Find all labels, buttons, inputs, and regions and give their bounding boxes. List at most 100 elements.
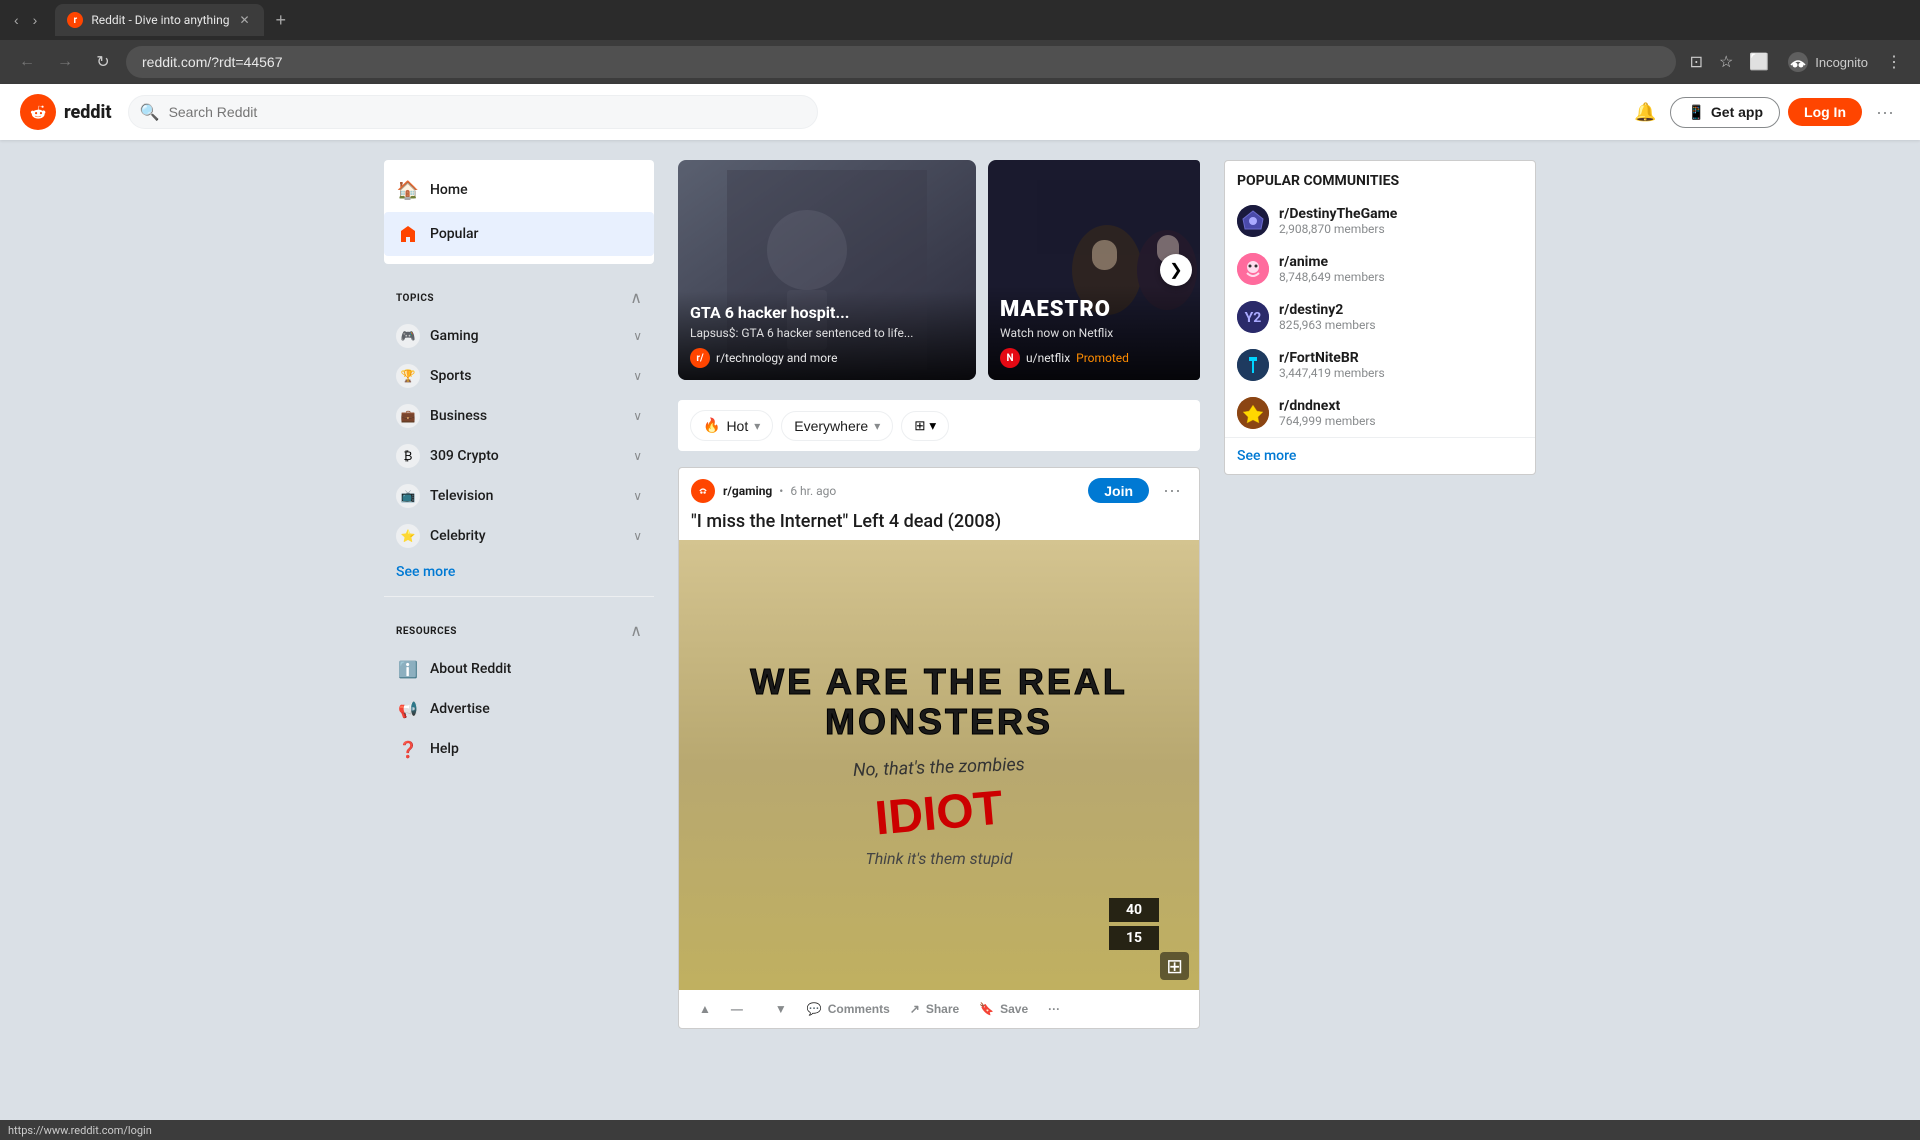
celebrity-label: Celebrity xyxy=(430,528,486,544)
reddit-logo[interactable]: reddit xyxy=(20,94,112,130)
bookmark-icon[interactable]: ☆ xyxy=(1713,48,1739,76)
anime-name: r/anime xyxy=(1279,254,1385,270)
sports-icon: 🏆 xyxy=(396,364,420,388)
communities-see-more-link[interactable]: See more xyxy=(1225,437,1535,474)
sidebar-item-television[interactable]: 📺 Television ∨ xyxy=(384,476,654,516)
sidebar-popular-label: Popular xyxy=(430,226,479,242)
post-time: 6 hr. ago xyxy=(790,484,836,498)
community-item-destiny[interactable]: r/DestinyTheGame 2,908,870 members xyxy=(1225,197,1535,245)
featured-card-gta[interactable]: GTA 6 hacker hospit... Lapsus$: GTA 6 ha… xyxy=(678,160,976,380)
resources-header: RESOURCES ∧ xyxy=(384,613,654,649)
incognito-button[interactable]: Incognito xyxy=(1779,47,1876,77)
sidebar-item-business[interactable]: 💼 Business ∨ xyxy=(384,396,654,436)
destiny-info: r/DestinyTheGame 2,908,870 members xyxy=(1279,206,1397,236)
browser-back-button[interactable]: ← xyxy=(12,47,42,77)
post-top-actions: Join ··· xyxy=(1088,478,1187,503)
topics-heading: TOPICS xyxy=(396,293,434,304)
notification-icon-button[interactable]: 🔔 xyxy=(1628,96,1662,129)
tab-nav-forward[interactable]: › xyxy=(27,8,44,32)
expand-image-button[interactable]: ⊞ xyxy=(1160,952,1189,980)
sidebar-item-about[interactable]: ℹ️ About Reddit xyxy=(384,649,654,689)
community-item-fortnite[interactable]: r/FortNiteBR 3,447,419 members xyxy=(1225,341,1535,389)
post-header: r/gaming • 6 hr. ago Join ··· xyxy=(679,468,1199,507)
see-more-topics-link[interactable]: See more xyxy=(384,556,654,588)
right-sidebar: POPULAR COMMUNITIES r/DestinyTheGame 2,9 xyxy=(1224,160,1536,1041)
get-app-icon: 📱 xyxy=(1687,104,1704,121)
community-item-anime[interactable]: r/anime 8,748,649 members xyxy=(1225,245,1535,293)
address-bar[interactable] xyxy=(126,46,1676,78)
view-toggle-button[interactable]: ⊞ ▾ xyxy=(901,411,949,441)
browser-forward-button[interactable]: → xyxy=(50,47,80,77)
post-image: WE ARE THE REAL MONSTERS No, that's the … xyxy=(679,540,1199,990)
topics-section: TOPICS ∧ 🎮 Gaming ∨ 🏆 Sports ∨ 💼 xyxy=(384,280,654,588)
more-actions-button[interactable]: ··· xyxy=(1040,996,1068,1022)
post-meta: r/gaming • 6 hr. ago xyxy=(723,484,836,498)
game-text-response: No, that's the zombies xyxy=(853,754,1025,781)
extensions-icon[interactable]: ⬜ xyxy=(1743,48,1775,76)
more-options-button[interactable]: ··· xyxy=(1870,96,1900,129)
browser-refresh-button[interactable]: ↻ xyxy=(88,47,118,77)
sidebar-item-celebrity[interactable]: ⭐ Celebrity ∨ xyxy=(384,516,654,556)
featured-carousel: GTA 6 hacker hospit... Lapsus$: GTA 6 ha… xyxy=(678,160,1200,380)
destiny-name: r/DestinyTheGame xyxy=(1279,206,1397,222)
statusbar-url: https://www.reddit.com/login xyxy=(8,1124,152,1137)
login-button[interactable]: Log In xyxy=(1788,98,1862,126)
television-label: Television xyxy=(430,488,493,504)
left-sidebar: 🏠 Home Popular TOPICS xyxy=(384,160,654,1041)
comments-button[interactable]: 💬 Comments xyxy=(799,996,898,1022)
carousel-next-button[interactable]: ❯ xyxy=(1160,254,1192,286)
maestro-card-overlay: MAESTRO Watch now on Netflix N u/netflix… xyxy=(988,285,1200,380)
sidebar-nav: 🏠 Home Popular xyxy=(384,160,654,264)
upvote-button[interactable]: ▲ xyxy=(691,996,719,1022)
destiny-avatar xyxy=(1237,205,1269,237)
sports-label: Sports xyxy=(430,368,471,384)
sort-dropdown[interactable]: 🔥 Hot ▾ xyxy=(690,410,773,441)
sidebar-item-sports[interactable]: 🏆 Sports ∨ xyxy=(384,356,654,396)
crypto-label: 309 Crypto xyxy=(430,448,499,464)
subreddit-name[interactable]: r/gaming xyxy=(723,484,772,498)
topics-collapse-button[interactable]: ∧ xyxy=(630,288,642,308)
tab-close-button[interactable]: ✕ xyxy=(237,11,251,29)
reddit-header: reddit 🔍 🔔 📱 Get app Log In ··· xyxy=(0,84,1920,140)
picture-in-picture-icon[interactable]: ⊡ xyxy=(1684,48,1709,76)
dnd-name: r/dndnext xyxy=(1279,398,1376,414)
get-app-button[interactable]: 📱 Get app xyxy=(1670,97,1780,128)
sidebar-item-help[interactable]: ❓ Help xyxy=(384,729,654,769)
community-item-destiny2[interactable]: Y2 r/destiny2 825,963 members xyxy=(1225,293,1535,341)
sidebar-item-gaming[interactable]: 🎮 Gaming ∨ xyxy=(384,316,654,356)
active-tab[interactable]: r Reddit - Dive into anything ✕ xyxy=(55,4,263,36)
gta-card-source: r/ r/technology and more xyxy=(690,348,964,368)
save-button[interactable]: 🔖 Save xyxy=(971,996,1036,1022)
sidebar-item-popular[interactable]: Popular xyxy=(384,212,654,256)
share-label: Share xyxy=(926,1002,959,1016)
save-label: Save xyxy=(1000,1002,1028,1016)
destiny2-name: r/destiny2 xyxy=(1279,302,1376,318)
sidebar-item-crypto[interactable]: ₿ 309 Crypto ∨ xyxy=(384,436,654,476)
sidebar-item-home[interactable]: 🏠 Home xyxy=(384,168,654,212)
maestro-card-source: N u/netflix Promoted xyxy=(1000,348,1200,368)
destiny2-members: 825,963 members xyxy=(1279,318,1376,332)
post-more-button[interactable]: ··· xyxy=(1157,478,1187,503)
save-icon: 🔖 xyxy=(979,1002,994,1016)
tab-nav-back[interactable]: ‹ xyxy=(8,8,25,32)
join-button[interactable]: Join xyxy=(1088,478,1149,503)
television-icon: 📺 xyxy=(396,484,420,508)
sidebar-item-advertise[interactable]: 📢 Advertise xyxy=(384,689,654,729)
search-input[interactable] xyxy=(128,95,818,129)
location-dropdown[interactable]: Everywhere ▾ xyxy=(781,411,893,441)
community-item-dnd[interactable]: r/dndnext 764,999 members xyxy=(1225,389,1535,437)
menu-button[interactable]: ⋮ xyxy=(1880,48,1908,76)
sort-icon: 🔥 xyxy=(703,417,720,434)
post-card[interactable]: r/gaming • 6 hr. ago Join ··· "I miss th… xyxy=(678,467,1200,1029)
downvote-button[interactable]: ▼ xyxy=(767,996,795,1022)
sidebar-home-label: Home xyxy=(430,182,468,198)
television-arrow-icon: ∨ xyxy=(633,489,642,503)
communities-widget-header: POPULAR COMMUNITIES xyxy=(1225,161,1535,197)
share-button[interactable]: ↗ Share xyxy=(902,996,967,1022)
gaming-label: Gaming xyxy=(430,328,479,344)
new-tab-button[interactable]: + xyxy=(268,6,295,35)
svg-text:Y2: Y2 xyxy=(1245,310,1262,326)
hud-ammo: 40 xyxy=(1119,902,1149,918)
vote-count[interactable]: — xyxy=(723,996,763,1022)
resources-collapse-button[interactable]: ∧ xyxy=(630,621,642,641)
